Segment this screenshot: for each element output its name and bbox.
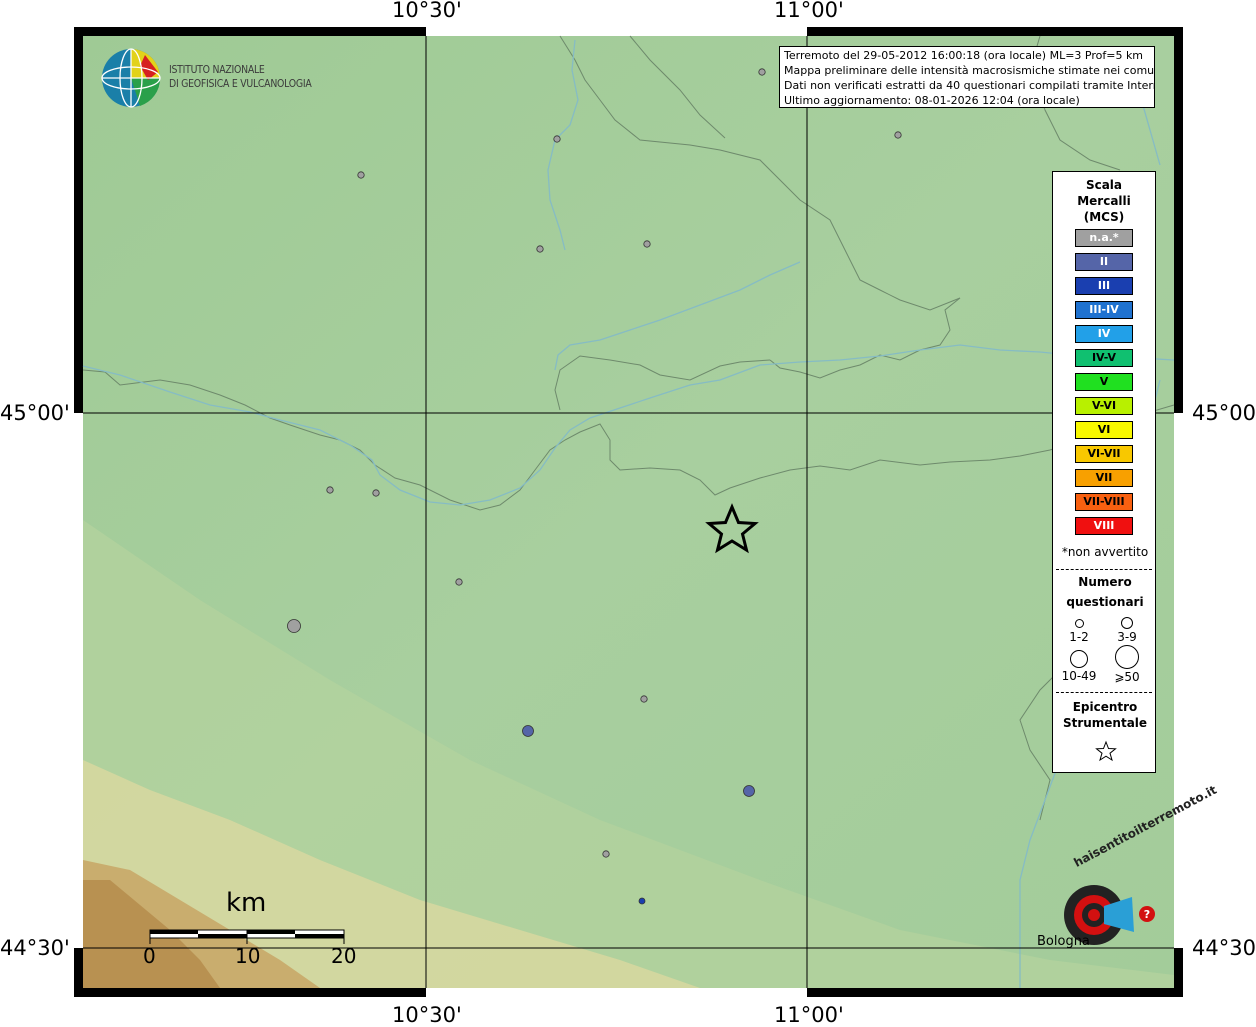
- intensity-point[interactable]: [357, 171, 365, 179]
- frame-white-segment-left: [74, 413, 83, 948]
- svg-text:?: ?: [1144, 908, 1150, 921]
- mcs-swatch: VI-VII: [1075, 445, 1133, 463]
- mcs-swatch: VII-VIII: [1075, 493, 1133, 511]
- count-label-2: 3-9: [1117, 630, 1137, 644]
- lon-label-bottom-left: 10°30': [392, 1003, 462, 1027]
- count-title-line1: Numero: [1078, 575, 1132, 589]
- intensity-point[interactable]: [743, 785, 755, 797]
- mcs-swatch: III: [1075, 277, 1133, 295]
- ingv-logo-text: ISTITUTO NAZIONALE DI GEOFISICA E VULCAN…: [169, 63, 312, 91]
- lon-label-top-left: 10°30': [392, 0, 462, 22]
- info-event-line: Terremoto del 29-05-2012 16:00:18 (ora l…: [784, 49, 1144, 62]
- scale-tick-0: 0: [143, 944, 156, 968]
- mcs-swatch: V: [1075, 373, 1133, 391]
- lon-label-bottom-right: 11°00': [774, 1003, 844, 1027]
- frame-white-segment-bottom: [426, 988, 807, 997]
- epicenter-title-line2: Strumentale: [1062, 716, 1148, 730]
- intensity-point[interactable]: [522, 725, 534, 737]
- mcs-swatch: VI: [1075, 421, 1133, 439]
- intensity-point[interactable]: [758, 68, 766, 76]
- ingv-line1: ISTITUTO NAZIONALE: [169, 63, 265, 76]
- ingv-line2: DI GEOFISICA E VULCANOLOGIA: [169, 77, 312, 90]
- frame-white-segment-top: [426, 27, 807, 36]
- lat-label-right-lower: 44°30': [1192, 936, 1256, 960]
- lon-label-top-right: 11°00': [774, 0, 844, 22]
- info-map-line: Mappa preliminare delle intensità macros…: [784, 64, 1154, 77]
- scale-bar-unit: km: [226, 888, 267, 918]
- intensity-point[interactable]: [536, 245, 544, 253]
- count-label-1: 1-2: [1069, 630, 1089, 644]
- intensity-point[interactable]: [326, 486, 334, 494]
- legend-title-line2: Mercalli: [1077, 194, 1131, 208]
- legend-title: Scala Mercalli (MCS): [1053, 177, 1155, 225]
- legend-title-line1: Scala: [1085, 178, 1123, 192]
- mcs-swatch: III-IV: [1075, 301, 1133, 319]
- intensity-point[interactable]: [553, 135, 561, 143]
- lat-label-right-upper: 45°00': [1192, 401, 1256, 425]
- mcs-swatch: n.a.*: [1075, 229, 1133, 247]
- ingv-logo-icon: [101, 48, 161, 108]
- lat-label-left-upper: 45°00': [0, 401, 70, 425]
- hsit-place-label: Bologna: [1037, 934, 1090, 949]
- intensity-point[interactable]: [640, 695, 648, 703]
- intensity-point[interactable]: [894, 131, 902, 139]
- intensity-point[interactable]: [643, 240, 651, 248]
- info-update-line: Ultimo aggiornamento: 08-01-2026 12:04 (…: [784, 94, 1080, 107]
- mcs-swatch: VII: [1075, 469, 1133, 487]
- legend-title-line3: (MCS): [1083, 210, 1125, 224]
- count-label-3: 10-49: [1061, 669, 1097, 683]
- count-circle-xlarge: [1115, 645, 1139, 669]
- legend-separator-2: [1056, 692, 1152, 693]
- intensity-point[interactable]: [638, 897, 646, 905]
- mcs-swatch: VIII: [1075, 517, 1133, 535]
- count-circle-small: [1075, 619, 1084, 628]
- count-label-4: ⩾50: [1114, 670, 1140, 684]
- legend-separator: [1056, 569, 1152, 570]
- legend-star-icon: [1095, 740, 1117, 762]
- mcs-swatch: II: [1075, 253, 1133, 271]
- count-circle-large: [1070, 650, 1088, 668]
- count-title-line2: questionari: [1066, 595, 1144, 609]
- lat-label-left-lower: 44°30': [0, 936, 70, 960]
- event-info-box: Terremoto del 29-05-2012 16:00:18 (ora l…: [779, 46, 1155, 108]
- epicenter-title-line1: Epicentro: [1072, 700, 1138, 714]
- legend-note: *non avvertito: [1061, 545, 1149, 559]
- legend-panel: Scala Mercalli (MCS) n.a.* II III III-IV IV I…: [1052, 171, 1156, 773]
- info-data-line: Dati non verificati estratti da 40 quest…: [784, 79, 1154, 92]
- scale-tick-10: 10: [235, 944, 261, 968]
- intensity-point[interactable]: [602, 850, 610, 858]
- count-circle-medium: [1121, 617, 1133, 629]
- frame-white-segment-right: [1174, 413, 1183, 948]
- intensity-point[interactable]: [287, 619, 301, 633]
- intensity-point[interactable]: [455, 578, 463, 586]
- mcs-swatch: IV-V: [1075, 349, 1133, 367]
- mcs-swatch: IV: [1075, 325, 1133, 343]
- mcs-swatch: V-VI: [1075, 397, 1133, 415]
- scale-tick-20: 20: [331, 944, 357, 968]
- intensity-point[interactable]: [372, 489, 380, 497]
